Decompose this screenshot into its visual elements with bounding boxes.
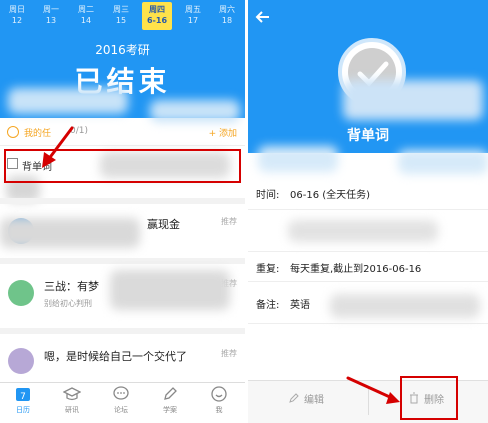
smile-icon bbox=[7, 126, 19, 138]
task-count: 0/1) bbox=[70, 126, 88, 136]
list-item[interactable]: 嗯，是时候给自己一个交代了 推荐 bbox=[0, 328, 245, 382]
blur-overlay bbox=[330, 294, 480, 318]
tab-study[interactable]: 学案 bbox=[150, 385, 190, 415]
tab-forum[interactable]: 论坛 bbox=[101, 385, 141, 415]
smile-face-icon bbox=[211, 386, 227, 402]
blurred-row bbox=[248, 210, 488, 252]
pencil-icon bbox=[164, 387, 177, 400]
highlight-box bbox=[400, 376, 458, 420]
exam-title: 2016考研 bbox=[95, 43, 150, 57]
blur-overlay bbox=[8, 88, 128, 114]
highlight-box bbox=[4, 149, 241, 183]
repeat-row: 重复: 每天重复,截止到2016-06-16 bbox=[248, 252, 488, 282]
calendar-icon: 7 bbox=[16, 388, 30, 402]
graduation-cap-icon bbox=[63, 387, 81, 401]
day-mon[interactable]: 周一 13 bbox=[38, 4, 64, 26]
task-detail-screen: 背单词 时间: 06-16 (全天任务) 重复: 每天重复,截止到2016-06… bbox=[248, 0, 488, 423]
blur-overlay bbox=[258, 146, 338, 172]
detail-header: 背单词 bbox=[248, 0, 488, 153]
task-header: 我的任 0/1) + 添加 bbox=[0, 118, 245, 146]
divider bbox=[368, 389, 369, 415]
back-arrow-icon[interactable] bbox=[254, 8, 272, 26]
avatar bbox=[8, 280, 34, 306]
calendar-screen: 周日 12 周一 13 周二 14 周三 15 周四 6-16 周五 17 周六 18 201… bbox=[0, 0, 245, 423]
day-tue[interactable]: 周二 14 bbox=[73, 4, 99, 26]
blur-overlay bbox=[0, 218, 140, 248]
blur-overlay bbox=[343, 80, 483, 120]
day-wed[interactable]: 周三 15 bbox=[108, 4, 134, 26]
day-fri[interactable]: 周五 17 bbox=[180, 4, 206, 26]
blur-overlay bbox=[110, 270, 230, 310]
blur-overlay bbox=[398, 150, 488, 174]
day-thu-today[interactable]: 周四 6-16 bbox=[142, 2, 172, 30]
task-title: 背单词 bbox=[347, 128, 389, 144]
avatar bbox=[8, 348, 34, 374]
add-task-button[interactable]: + 添加 bbox=[209, 126, 237, 139]
pencil-icon bbox=[289, 393, 299, 403]
bottom-tab-bar: 7 日历 研讯 论坛 学案 我 bbox=[0, 382, 245, 423]
tab-me[interactable]: 我 bbox=[199, 385, 239, 415]
edit-button[interactable]: 编辑 bbox=[304, 391, 324, 406]
day-sun[interactable]: 周日 12 bbox=[4, 4, 30, 26]
tab-news[interactable]: 研讯 bbox=[52, 385, 92, 415]
task-section-title: 我的任 bbox=[24, 129, 52, 139]
day-sat[interactable]: 周六 18 bbox=[214, 4, 240, 26]
svg-text:7: 7 bbox=[20, 392, 26, 402]
tab-calendar[interactable]: 7 日历 bbox=[3, 385, 43, 415]
time-row: 时间: 06-16 (全天任务) bbox=[248, 176, 488, 210]
chat-bubble-icon bbox=[113, 386, 129, 400]
